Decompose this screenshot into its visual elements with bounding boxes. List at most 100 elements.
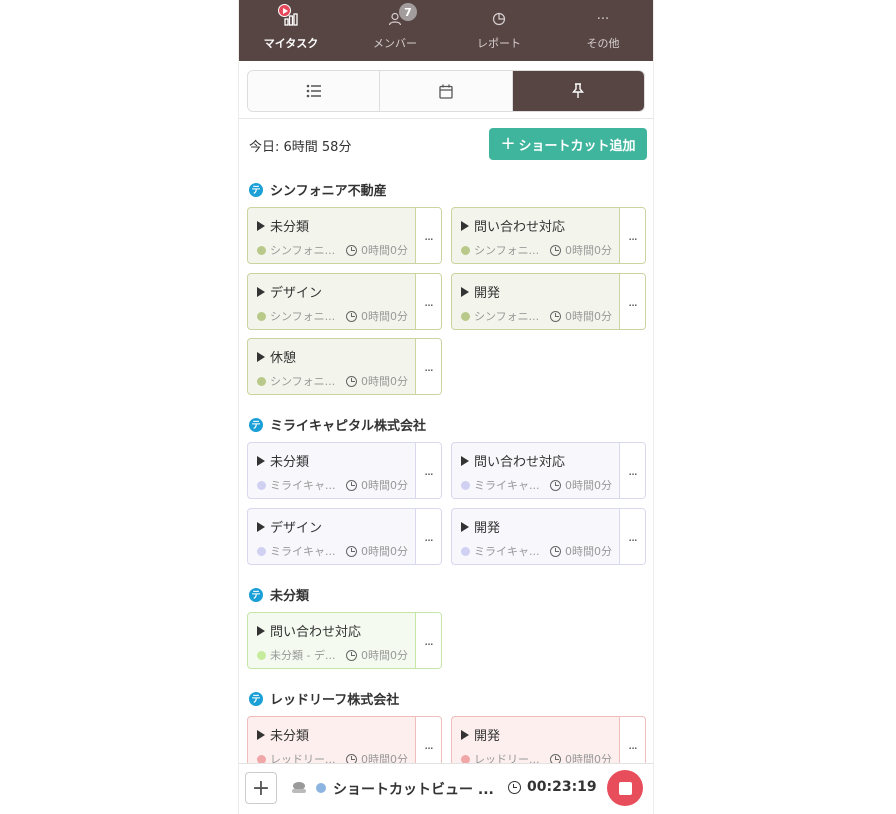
card-time: 0時間0分 bbox=[361, 244, 408, 257]
card-body[interactable]: 開発 ミライキャ... 0時間0分 bbox=[452, 509, 619, 564]
project-color-dot bbox=[461, 311, 470, 321]
pie-chart-icon bbox=[490, 10, 508, 28]
card-body[interactable]: 問い合わせ対応 ミライキャ... 0時間0分 bbox=[452, 443, 619, 498]
list-view-icon bbox=[306, 84, 321, 98]
shortcut-card[interactable]: 問い合わせ対応 ミライキャ... 0時間0分 ... bbox=[451, 442, 646, 499]
tab-list-view[interactable] bbox=[248, 71, 381, 111]
play-icon bbox=[257, 729, 265, 740]
group-header: テ 未分類 bbox=[249, 585, 309, 604]
card-more-button[interactable]: ... bbox=[619, 274, 645, 329]
card-more-button[interactable]: ... bbox=[619, 208, 645, 263]
nav-my-tasks[interactable]: マイタスク bbox=[239, 0, 343, 61]
today-total: 今日: 6時間 58分 bbox=[249, 140, 352, 155]
card-project: シンフォニ... bbox=[270, 375, 336, 388]
card-title: 開発 bbox=[474, 286, 501, 301]
card-more-button[interactable]: ... bbox=[415, 443, 441, 498]
card-more-button[interactable]: ... bbox=[415, 208, 441, 263]
stop-timer-button[interactable] bbox=[607, 770, 643, 806]
nav-label: レポート bbox=[477, 37, 521, 50]
card-more-button[interactable]: ... bbox=[619, 509, 645, 564]
nav-label: その他 bbox=[586, 37, 620, 50]
shortcut-card[interactable]: 未分類 ミライキャ... 0時間0分 ... bbox=[247, 442, 442, 499]
play-icon bbox=[257, 286, 265, 297]
card-body[interactable]: 未分類 ミライキャ... 0時間0分 bbox=[248, 443, 415, 498]
clock-icon bbox=[346, 649, 357, 661]
card-body[interactable]: 問い合わせ対応 シンフォニ... 0時間0分 bbox=[452, 208, 619, 263]
more-horizontal-icon: ··· bbox=[596, 11, 610, 27]
shortcut-card[interactable]: 未分類 シンフォニ... 0時間0分 ... bbox=[247, 207, 442, 264]
running-timer: 00:23:19 bbox=[527, 779, 597, 795]
member-count-badge: 7 bbox=[399, 3, 417, 21]
card-body[interactable]: デザイン ミライキャ... 0時間0分 bbox=[248, 509, 415, 564]
shortcut-card[interactable]: デザイン ミライキャ... 0時間0分 ... bbox=[247, 508, 442, 565]
project-color-dot bbox=[461, 480, 470, 490]
nav-label: メンバー bbox=[373, 37, 417, 50]
clock-icon bbox=[346, 479, 357, 491]
clock-icon bbox=[346, 545, 357, 557]
add-shortcut-label: ショートカット追加 bbox=[518, 138, 636, 154]
project-color-dot bbox=[461, 546, 470, 556]
card-title: デザイン bbox=[270, 286, 323, 301]
clock-icon bbox=[550, 545, 561, 557]
view-tabs bbox=[247, 70, 645, 112]
nav-reports[interactable]: レポート bbox=[447, 0, 551, 61]
shortcut-card[interactable]: 問い合わせ対応 未分類 - デ... 0時間0分 ... bbox=[247, 612, 442, 669]
team-icon: テ bbox=[249, 182, 263, 197]
card-body[interactable]: 未分類 シンフォニ... 0時間0分 bbox=[248, 208, 415, 263]
card-more-button[interactable]: ... bbox=[415, 274, 441, 329]
add-entry-button[interactable]: + bbox=[245, 772, 277, 804]
card-time: 0時間0分 bbox=[565, 310, 612, 323]
card-title: 未分類 bbox=[270, 455, 310, 470]
clock-icon bbox=[550, 244, 561, 256]
card-title: 未分類 bbox=[270, 729, 310, 744]
card-more-button[interactable]: ... bbox=[619, 443, 645, 498]
group-header: テ レッドリーフ株式会社 bbox=[249, 689, 399, 708]
card-body[interactable]: 休憩 シンフォニ... 0時間0分 bbox=[248, 339, 415, 394]
play-icon bbox=[461, 521, 469, 532]
card-more-button[interactable]: ... bbox=[415, 339, 441, 394]
play-icon bbox=[461, 286, 469, 297]
team-icon: テ bbox=[249, 587, 263, 602]
shortcut-card[interactable]: 開発 ミライキャ... 0時間0分 ... bbox=[451, 508, 646, 565]
nav-label: マイタスク bbox=[263, 37, 319, 50]
team-icon: テ bbox=[249, 691, 263, 706]
clock-icon bbox=[346, 310, 357, 322]
card-more-button[interactable]: ... bbox=[415, 613, 441, 668]
play-icon bbox=[257, 351, 265, 362]
card-title: 問い合わせ対応 bbox=[270, 625, 362, 640]
card-project: ミライキャ... bbox=[270, 545, 336, 558]
card-body[interactable]: 問い合わせ対応 未分類 - デ... 0時間0分 bbox=[248, 613, 415, 668]
add-shortcut-button[interactable]: + ショートカット追加 bbox=[489, 128, 647, 160]
card-title: 問い合わせ対応 bbox=[474, 455, 566, 470]
divider bbox=[239, 118, 653, 119]
running-task-title[interactable]: ショートカットビュー ... bbox=[333, 779, 494, 799]
person-icon: 7 bbox=[386, 3, 417, 28]
card-more-button[interactable]: ... bbox=[415, 509, 441, 564]
card-time: 0時間0分 bbox=[361, 545, 408, 558]
recording-indicator-icon bbox=[278, 4, 291, 17]
card-project: シンフォニ... bbox=[270, 310, 336, 323]
group-title: ミライキャピタル株式会社 bbox=[270, 419, 427, 434]
card-project: ミライキャ... bbox=[474, 545, 540, 558]
shortcut-card[interactable]: デザイン シンフォニ... 0時間0分 ... bbox=[247, 273, 442, 330]
tab-pinned-view[interactable] bbox=[512, 71, 644, 111]
group-title: シンフォニア不動産 bbox=[270, 184, 387, 199]
project-color-dot bbox=[257, 650, 266, 660]
card-body[interactable]: 開発 シンフォニ... 0時間0分 bbox=[452, 274, 619, 329]
group-title: レッドリーフ株式会社 bbox=[270, 693, 400, 708]
calendar-icon bbox=[439, 84, 453, 99]
shortcut-card[interactable]: 問い合わせ対応 シンフォニ... 0時間0分 ... bbox=[451, 207, 646, 264]
card-project: 未分類 - デ... bbox=[270, 649, 336, 662]
card-body[interactable]: デザイン シンフォニ... 0時間0分 bbox=[248, 274, 415, 329]
play-icon bbox=[257, 220, 265, 231]
tab-calendar-view[interactable] bbox=[380, 71, 513, 111]
shortcut-card[interactable]: 休憩 シンフォニ... 0時間0分 ... bbox=[247, 338, 442, 395]
project-color-dot bbox=[257, 245, 266, 255]
card-project: ミライキャ... bbox=[474, 479, 540, 492]
team-icon: テ bbox=[249, 417, 263, 432]
shortcut-card[interactable]: 開発 シンフォニ... 0時間0分 ... bbox=[451, 273, 646, 330]
nav-other[interactable]: ··· その他 bbox=[551, 0, 653, 61]
card-title: 未分類 bbox=[270, 220, 310, 235]
card-title: 開発 bbox=[474, 521, 501, 536]
nav-members[interactable]: 7 メンバー bbox=[343, 0, 447, 61]
